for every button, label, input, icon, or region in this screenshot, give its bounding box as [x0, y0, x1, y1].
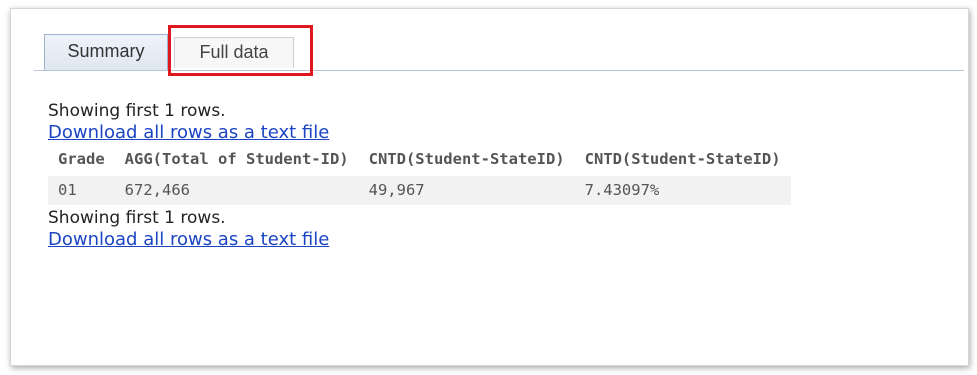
- showing-rows-text: Showing first 1 rows.: [48, 101, 226, 121]
- cell-grade: 01: [48, 176, 115, 205]
- cell-cntd-student-stateid: 49,967: [358, 176, 575, 205]
- column-header-grade[interactable]: Grade: [48, 146, 115, 176]
- column-header-cntd-student-stateid[interactable]: CNTD(Student-StateID): [359, 146, 575, 176]
- table-header-row: Grade AGG(Total of Student-ID) CNTD(Stud…: [48, 146, 791, 176]
- cell-cntd-student-stateid-percent: 7.43097%: [574, 176, 791, 205]
- column-header-agg-total-student-id[interactable]: AGG(Total of Student-ID): [115, 146, 359, 176]
- tab-summary[interactable]: Summary: [44, 34, 168, 70]
- results-table: Grade AGG(Total of Student-ID) CNTD(Stud…: [48, 146, 791, 205]
- table-row: 01 672,466 49,967 7.43097%: [48, 176, 791, 205]
- cell-agg-total-student-id: 672,466: [114, 176, 359, 205]
- results-panel: Showing first 1 rows. Download all rows …: [48, 100, 791, 251]
- download-rows-link-footer[interactable]: Download all rows as a text file: [48, 229, 791, 251]
- download-rows-link[interactable]: Download all rows as a text file: [48, 122, 791, 144]
- highlight-annotation-box: [168, 25, 313, 76]
- showing-rows-text-footer: Showing first 1 rows.: [48, 208, 226, 228]
- column-header-cntd-student-stateid-percent[interactable]: CNTD(Student-StateID): [575, 146, 791, 176]
- footer-block: Showing first 1 rows. Download all rows …: [48, 207, 791, 251]
